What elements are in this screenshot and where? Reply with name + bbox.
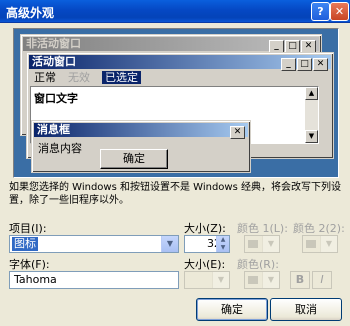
color2-picker[interactable]: ▼ bbox=[302, 235, 338, 253]
chevron-down-icon[interactable]: ▼ bbox=[320, 236, 337, 252]
message-box: 消息框 ✕ 消息内容 确定 bbox=[31, 120, 251, 173]
dialog-title: 高级外观 bbox=[6, 6, 55, 20]
size-spinner[interactable]: 32 ▲ ▼ bbox=[184, 235, 230, 253]
menu-item-disabled: 无效 bbox=[68, 71, 90, 84]
active-window-title: 活动窗口 bbox=[32, 55, 76, 68]
active-window-caption: 活动窗口 _ □ ✕ bbox=[29, 55, 331, 71]
font-select-value: Tahoma bbox=[14, 273, 57, 286]
preview-scrollbar: ▲ ▼ bbox=[305, 87, 318, 143]
bold-toggle[interactable]: B bbox=[290, 271, 310, 289]
font-size-label: 大小(E): bbox=[184, 258, 226, 271]
cancel-button[interactable]: 取消 bbox=[270, 298, 342, 321]
color1-swatch bbox=[248, 240, 258, 248]
message-box-caption: 消息框 ✕ bbox=[34, 123, 248, 139]
close-icon: ✕ bbox=[230, 126, 245, 139]
item-select-value: 图标 bbox=[12, 237, 38, 251]
chevron-down-icon[interactable]: ▼ bbox=[262, 272, 279, 288]
scroll-down-icon: ▼ bbox=[305, 130, 318, 143]
preview-menu-bar: 正常 无效 已选定 bbox=[30, 70, 330, 85]
ok-button[interactable]: 确定 bbox=[196, 298, 268, 321]
inactive-window-caption: 非活动窗口 _ □ ✕ bbox=[23, 37, 319, 53]
message-box-title: 消息框 bbox=[37, 123, 70, 136]
window-text: 窗口文字 bbox=[34, 92, 78, 105]
color2-swatch bbox=[306, 240, 316, 248]
font-size-select[interactable]: ▼ bbox=[184, 271, 230, 289]
color1-label: 颜色 1(L): bbox=[237, 222, 288, 235]
chevron-down-icon[interactable]: ▼ bbox=[212, 272, 229, 288]
appearance-preview[interactable]: 非活动窗口 _ □ ✕ 活动窗口 _ □ ✕ 正常 无效 已选定 窗口文字 ▲ ▼ 消息框 bbox=[13, 28, 339, 178]
item-label: 项目(I): bbox=[9, 222, 47, 235]
size-label: 大小(Z): bbox=[184, 222, 226, 235]
settings-description: 如果您选择的 Windows 和按钮设置不是 Windows 经典，将会改写下列… bbox=[9, 182, 341, 206]
inactive-caption-buttons: _ □ ✕ bbox=[268, 40, 316, 53]
scroll-up-icon: ▲ bbox=[305, 87, 318, 100]
chevron-down-icon[interactable]: ▼ bbox=[262, 236, 279, 252]
chevron-down-icon[interactable]: ▼ bbox=[161, 236, 178, 252]
message-box-caption-buttons: ✕ bbox=[229, 126, 245, 139]
message-box-ok-button: 确定 bbox=[100, 149, 168, 169]
font-label: 字体(F): bbox=[9, 258, 50, 271]
dialog-title-bar: 高级外观 ? ✕ bbox=[0, 0, 350, 23]
font-color-label: 颜色(R): bbox=[237, 258, 279, 271]
close-button[interactable]: ✕ bbox=[330, 2, 349, 21]
help-button[interactable]: ? bbox=[311, 2, 330, 21]
inactive-window-title: 非活动窗口 bbox=[26, 37, 81, 50]
color1-picker[interactable]: ▼ bbox=[244, 235, 280, 253]
font-color-swatch bbox=[248, 276, 258, 284]
color2-label: 颜色 2(2): bbox=[293, 222, 345, 235]
item-select[interactable]: 图标 ▼ bbox=[9, 235, 179, 253]
menu-item-normal: 正常 bbox=[34, 71, 56, 84]
font-select[interactable]: Tahoma bbox=[9, 271, 179, 289]
italic-toggle[interactable]: I bbox=[312, 271, 332, 289]
menu-item-selected: 已选定 bbox=[102, 71, 141, 84]
spinner-arrows-icon[interactable]: ▲ ▼ bbox=[216, 236, 229, 252]
font-color-picker[interactable]: ▼ bbox=[244, 271, 280, 289]
active-caption-buttons: _ □ ✕ bbox=[280, 58, 328, 71]
message-box-text: 消息内容 bbox=[38, 142, 82, 155]
